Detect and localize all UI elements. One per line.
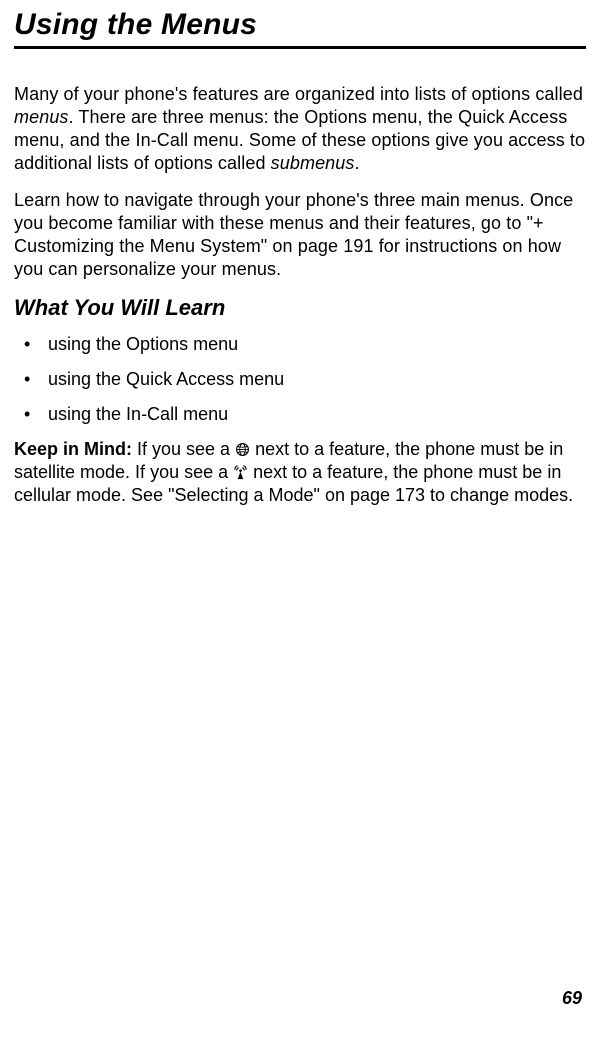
list-item: using the Quick Access menu [14,368,586,391]
list-item: using the Options menu [14,333,586,356]
text-run: If you see a [132,439,235,459]
section-title: What You Will Learn [14,295,586,321]
term-menus: menus [14,107,69,127]
text-run: . [355,153,360,173]
term-submenus: submenus [271,153,355,173]
page-number: 69 [562,988,582,1009]
keep-in-mind-paragraph: Keep in Mind: If you see a next to a fea… [14,438,586,507]
intro-paragraph-2: Learn how to navigate through your phone… [14,189,586,281]
learn-list: using the Options menu using the Quick A… [14,333,586,426]
text-run: Many of your phone's features are organi… [14,84,583,104]
list-item: using the In-Call menu [14,403,586,426]
antenna-icon [233,463,248,478]
globe-icon [235,440,250,455]
title-rule [14,46,586,49]
intro-paragraph-1: Many of your phone's features are organi… [14,83,586,175]
chapter-title: Using the Menus [14,8,586,42]
page-content: Using the Menus Many of your phone's fea… [0,0,600,507]
keep-in-mind-label: Keep in Mind: [14,439,132,459]
